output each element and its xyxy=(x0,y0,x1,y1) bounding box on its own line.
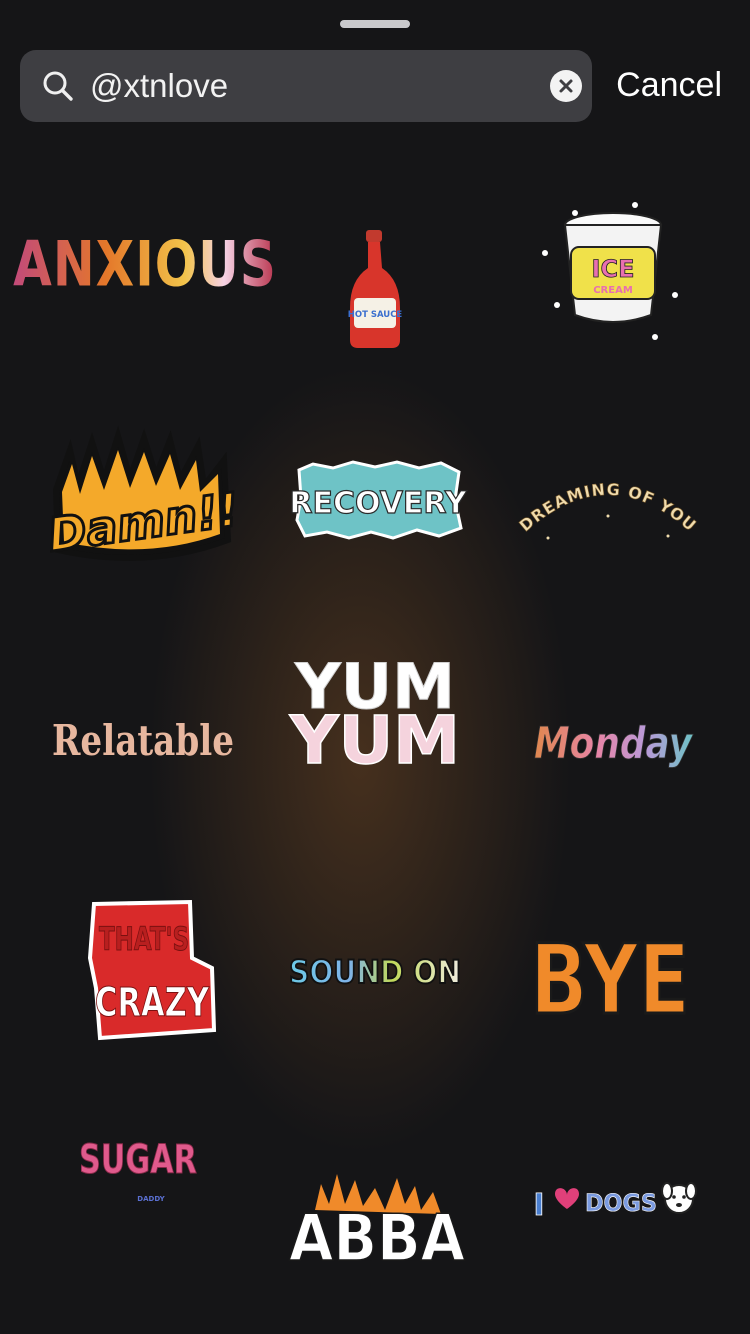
sticker-i-love-dogs[interactable]: I DOGS xyxy=(520,1165,705,1235)
sticker-daddy-text: DADDY xyxy=(137,1195,165,1203)
sticker-sugar-daddy[interactable]: SUGAR DADDY xyxy=(65,1120,210,1220)
sticker-bye-text: BYE xyxy=(530,924,690,1036)
sticker-monday[interactable]: Monday xyxy=(520,685,705,795)
sticker-abba-text: ABBA xyxy=(289,1202,465,1276)
sticker-monday-text: Monday xyxy=(534,718,694,769)
sticker-relatable-text: Relatable xyxy=(52,716,234,765)
sticker-thats-crazy[interactable]: THAT'S CRAZY xyxy=(75,895,225,1045)
close-icon xyxy=(559,79,573,93)
sticker-anxious[interactable]: ANXIOUS xyxy=(13,200,276,335)
sticker-recovery-text: RECOVERY xyxy=(289,486,467,521)
heart-icon xyxy=(555,1188,579,1209)
sticker-damn[interactable]: Damn!! xyxy=(40,425,245,575)
sticker-dreaming-text: DREAMING OF YOU xyxy=(515,480,700,536)
sheet-grab-handle[interactable] xyxy=(340,20,410,28)
clear-search-button[interactable] xyxy=(550,70,582,102)
sticker-yum[interactable]: YUM YUM xyxy=(280,645,470,779)
cancel-button[interactable]: Cancel xyxy=(616,66,722,105)
sticker-sound-on-text: SOUND ON xyxy=(289,953,461,991)
sticker-recovery[interactable]: RECOVERY xyxy=(285,450,470,550)
sticker-i-text: I xyxy=(533,1188,544,1223)
sticker-ice-cream[interactable]: ICE CREAM xyxy=(530,190,690,350)
sticker-hot-sauce-text: HOT SAUCE xyxy=(348,310,403,320)
sticker-ice-cream-text: ICE xyxy=(592,255,635,283)
sticker-dreaming-of-you[interactable]: DREAMING OF YOU xyxy=(510,450,705,550)
sticker-abba[interactable]: ABBA xyxy=(280,1170,475,1277)
search-input[interactable]: @xtnlove xyxy=(90,67,550,105)
sticker-relatable[interactable]: Relatable xyxy=(40,690,245,790)
search-icon xyxy=(43,71,73,101)
sticker-sugar-text: SUGAR xyxy=(79,1137,197,1183)
sticker-sound-on[interactable]: SOUND ON xyxy=(280,935,470,1005)
dog-face-icon xyxy=(661,1182,697,1214)
sticker-dogs-text: DOGS xyxy=(585,1189,657,1217)
sticker-ice-cream-text-2: CREAM xyxy=(593,285,633,296)
sticker-bye[interactable]: BYE xyxy=(520,905,700,1037)
sticker-yum-text-front: YUM xyxy=(289,702,460,779)
sticker-crazy-text: CRAZY xyxy=(95,980,210,1026)
search-bar[interactable]: @xtnlove xyxy=(20,50,592,122)
sticker-anxious-text: ANXIOUS xyxy=(13,228,277,301)
sticker-thats-text: THAT'S xyxy=(99,920,189,958)
sticker-hot-sauce[interactable]: HOT SAUCE xyxy=(300,220,450,360)
